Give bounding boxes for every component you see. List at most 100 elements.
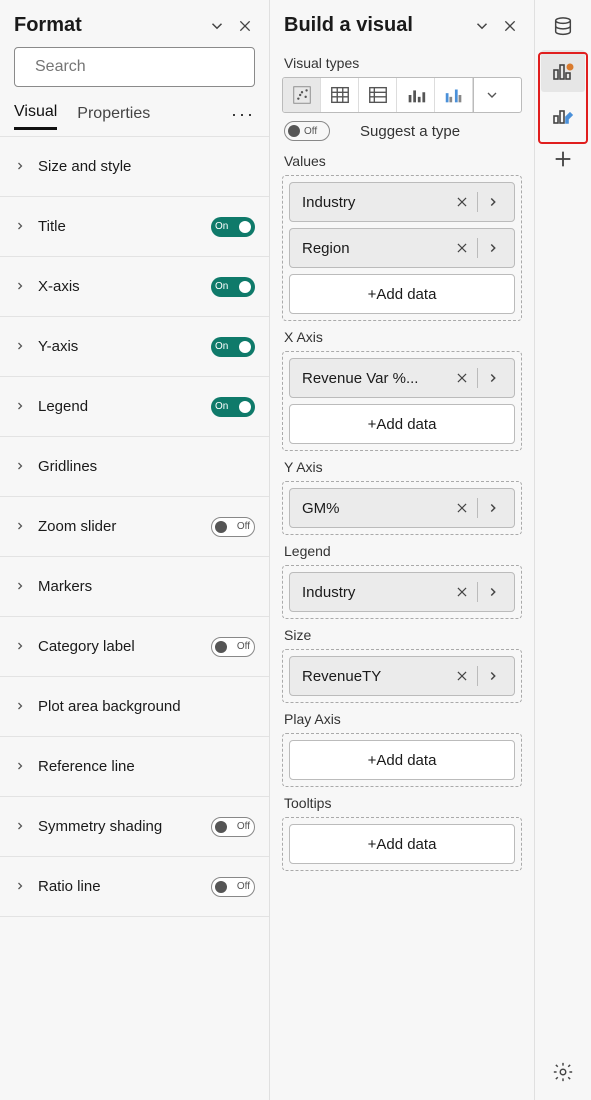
field-chip[interactable]: GM% — [289, 488, 515, 528]
field-menu-button[interactable] — [480, 663, 506, 689]
toggle-switch[interactable]: On — [211, 397, 255, 417]
field-menu-button[interactable] — [480, 235, 506, 261]
format-option-row[interactable]: Markers — [0, 557, 269, 617]
field-chip[interactable]: Industry — [289, 182, 515, 222]
suggest-toggle[interactable]: Off — [284, 121, 330, 141]
field-well-label: Size — [282, 619, 522, 649]
separator — [477, 368, 478, 388]
tab-visual[interactable]: Visual — [14, 99, 57, 130]
matrix-icon — [367, 84, 389, 106]
format-option-label: Symmetry shading — [38, 818, 211, 835]
field-well[interactable]: Revenue Var %... +Add data — [282, 351, 522, 451]
search-input[interactable] — [33, 57, 244, 77]
toggle-label: Off — [237, 821, 250, 832]
collapse-button[interactable] — [207, 16, 227, 36]
remove-field-button[interactable] — [449, 495, 475, 521]
toggle-switch[interactable]: Off — [211, 877, 255, 897]
format-option-row[interactable]: Y-axisOn — [0, 317, 269, 377]
format-options-list: Size and styleTitleOnX-axisOnY-axisOnLeg… — [0, 136, 269, 917]
search-input-wrapper[interactable] — [14, 47, 255, 87]
field-menu-button[interactable] — [480, 189, 506, 215]
visual-type-scatter[interactable] — [283, 78, 321, 112]
rail-settings-button[interactable] — [541, 1050, 585, 1094]
toggle-switch[interactable]: Off — [211, 817, 255, 837]
remove-field-button[interactable] — [449, 235, 475, 261]
format-option-row[interactable]: Size and style — [0, 137, 269, 197]
field-menu-button[interactable] — [480, 365, 506, 391]
build-visual-pane: Build a visual Visual types — [270, 0, 535, 1100]
format-option-row[interactable]: X-axisOn — [0, 257, 269, 317]
format-option-label: Y-axis — [38, 338, 211, 355]
format-option-row[interactable]: Plot area background — [0, 677, 269, 737]
close-icon — [455, 371, 469, 385]
field-chip[interactable]: Revenue Var %... — [289, 358, 515, 398]
field-chip[interactable]: Industry — [289, 572, 515, 612]
remove-field-button[interactable] — [449, 365, 475, 391]
visual-type-more[interactable] — [473, 78, 509, 112]
field-well[interactable]: RevenueTY — [282, 649, 522, 703]
field-chip[interactable]: Region — [289, 228, 515, 268]
chevron-right-icon — [14, 159, 28, 175]
toggle-switch[interactable]: On — [211, 217, 255, 237]
format-option-row[interactable]: LegendOn — [0, 377, 269, 437]
close-icon — [502, 18, 518, 34]
add-data-button[interactable]: +Add data — [289, 740, 515, 780]
chevron-right-icon — [14, 759, 28, 775]
field-well[interactable]: Industry Region +Add data — [282, 175, 522, 321]
build-pane-header: Build a visual — [270, 0, 534, 47]
remove-field-button[interactable] — [449, 663, 475, 689]
toggle-label: Off — [237, 881, 250, 892]
close-button[interactable] — [235, 16, 255, 36]
field-well[interactable]: +Add data — [282, 817, 522, 871]
rail-build-button[interactable] — [541, 50, 585, 92]
close-icon — [455, 669, 469, 683]
field-well[interactable]: +Add data — [282, 733, 522, 787]
visual-type-matrix[interactable] — [359, 78, 397, 112]
chevron-right-icon — [14, 639, 28, 655]
toggle-switch[interactable]: Off — [211, 637, 255, 657]
bar-chart-icon — [405, 84, 427, 106]
toggle-switch[interactable]: On — [211, 277, 255, 297]
add-data-button[interactable]: +Add data — [289, 274, 515, 314]
format-option-row[interactable]: Zoom sliderOff — [0, 497, 269, 557]
collapse-button[interactable] — [472, 16, 492, 36]
format-option-row[interactable]: Ratio lineOff — [0, 857, 269, 917]
format-option-label: Size and style — [38, 158, 255, 175]
chevron-right-icon — [14, 219, 28, 235]
tab-properties[interactable]: Properties — [77, 101, 150, 129]
field-chip[interactable]: RevenueTY — [289, 656, 515, 696]
format-option-row[interactable]: Gridlines — [0, 437, 269, 497]
remove-field-button[interactable] — [449, 189, 475, 215]
rail-format-button[interactable] — [541, 94, 585, 136]
rail-add-button[interactable] — [541, 138, 585, 180]
visual-type-clustered-bar[interactable] — [435, 78, 473, 112]
close-button[interactable] — [500, 16, 520, 36]
chevron-right-icon — [486, 501, 500, 515]
format-option-row[interactable]: Reference line — [0, 737, 269, 797]
field-well[interactable]: GM% — [282, 481, 522, 535]
add-data-button[interactable]: +Add data — [289, 404, 515, 444]
field-name: GM% — [302, 500, 449, 517]
field-menu-button[interactable] — [480, 579, 506, 605]
add-data-button[interactable]: +Add data — [289, 824, 515, 864]
rail-data-button[interactable] — [541, 6, 585, 48]
toggle-label: On — [215, 281, 228, 292]
chevron-right-icon — [486, 195, 500, 209]
format-option-row[interactable]: Category labelOff — [0, 617, 269, 677]
toggle-switch[interactable]: Off — [211, 517, 255, 537]
visual-type-bar[interactable] — [397, 78, 435, 112]
close-icon — [237, 18, 253, 34]
format-option-row[interactable]: Symmetry shading Off — [0, 797, 269, 857]
remove-field-button[interactable] — [449, 579, 475, 605]
visual-type-table[interactable] — [321, 78, 359, 112]
chevron-right-icon — [14, 879, 28, 895]
scatter-chart-icon — [291, 84, 313, 106]
suggest-type-label: Suggest a type — [360, 123, 460, 140]
build-visual-icon — [551, 59, 575, 83]
toggle-switch[interactable]: On — [211, 337, 255, 357]
format-option-row[interactable]: TitleOn — [0, 197, 269, 257]
chevron-right-icon — [14, 579, 28, 595]
field-menu-button[interactable] — [480, 495, 506, 521]
tab-more-button[interactable]: ··· — [231, 104, 255, 125]
field-well[interactable]: Industry — [282, 565, 522, 619]
